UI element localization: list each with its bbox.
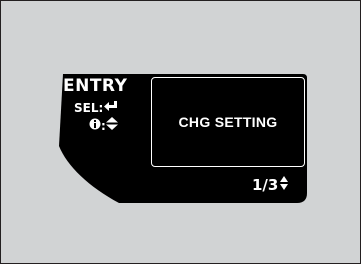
- select-hint: SEL:: [74, 99, 119, 117]
- enter-arrow-icon: [103, 99, 119, 117]
- manual-figure: ENTRY SEL: : CHG SETTING 1/3: [0, 0, 361, 264]
- info-hint: :: [89, 116, 118, 135]
- entry-title: ENTRY: [63, 76, 128, 96]
- up-down-triangles-icon: [280, 175, 289, 195]
- setting-screen[interactable]: CHG SETTING: [151, 77, 305, 167]
- setting-label: CHG SETTING: [178, 114, 278, 130]
- select-hint-label: SEL:: [74, 100, 104, 115]
- page-indicator: 1/3: [252, 175, 289, 195]
- up-down-triangles-icon: [105, 116, 118, 135]
- info-circle-icon: [89, 117, 101, 135]
- page-indicator-label: 1/3: [252, 175, 279, 194]
